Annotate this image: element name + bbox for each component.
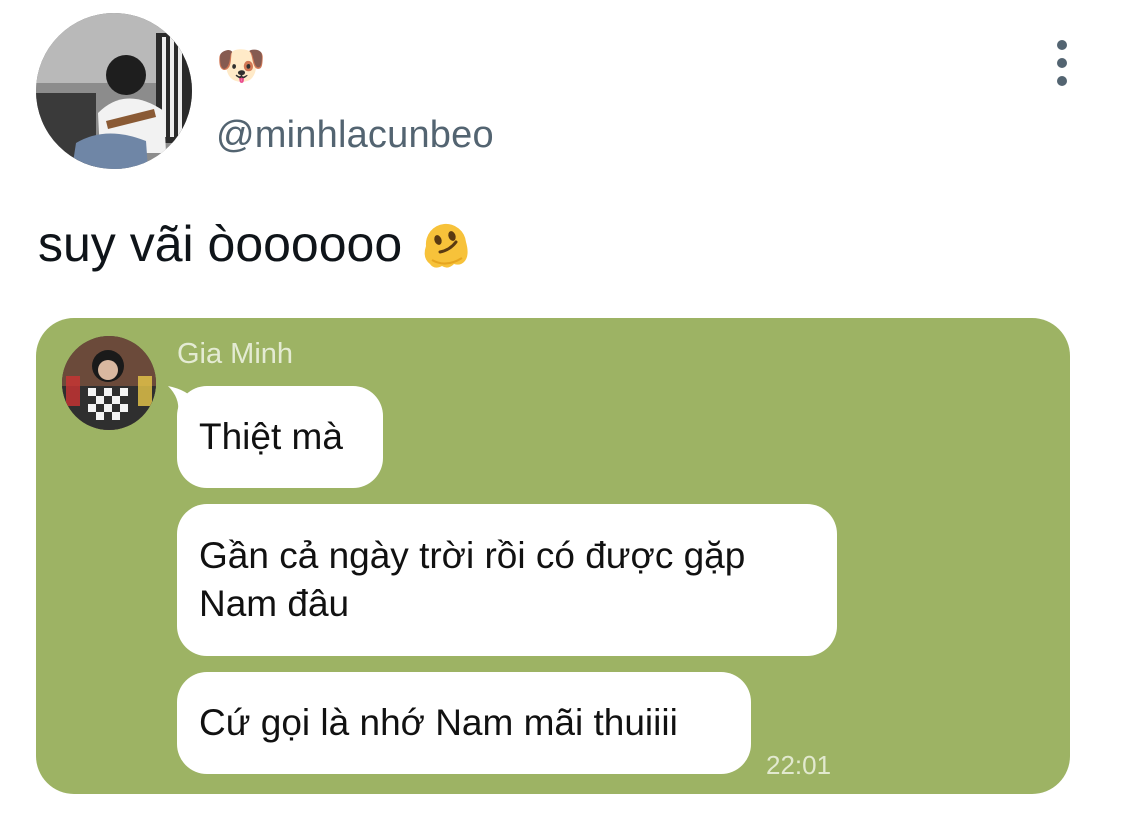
chat-sender-name: Gia Minh [177, 338, 294, 370]
tweet-text: suy vãi òoooooo [38, 216, 403, 272]
display-name-emoji: 🐶 [216, 44, 266, 88]
chat-message-text: Cứ gọi là nhớ Nam mãi thuiiii [199, 702, 678, 743]
chat-sender-avatar [62, 336, 156, 430]
dot [1057, 76, 1067, 86]
chat-message-bubble: Thiệt mà [177, 386, 383, 488]
user-handle[interactable]: @minhlacunbeo [216, 114, 494, 157]
melting-face-icon [418, 216, 474, 272]
tweet-card: 🐶 @minhlacunbeo suy vãi òoooooo Gia Minh… [0, 0, 1125, 823]
chat-timestamp: 22:01 [766, 750, 832, 780]
chat-message-text: Thiệt mà [199, 416, 343, 457]
chat-message-bubble: Gần cả ngày trời rồi có được gặp Nam đâu [177, 504, 837, 656]
dot [1057, 40, 1067, 50]
chat-message-text: Gần cả ngày trời rồi có được gặp Nam đâu [199, 535, 746, 624]
more-options-icon[interactable] [1045, 40, 1079, 86]
chat-screenshot: Gia Minh Thiệt mà Gần cả ngày trời rồi c… [36, 318, 1070, 794]
tweet-text-line: suy vãi òoooooo [38, 212, 474, 276]
dot [1057, 58, 1067, 68]
chat-message-bubble: Cứ gọi là nhớ Nam mãi thuiiii [177, 672, 751, 774]
profile-avatar[interactable] [36, 13, 192, 169]
